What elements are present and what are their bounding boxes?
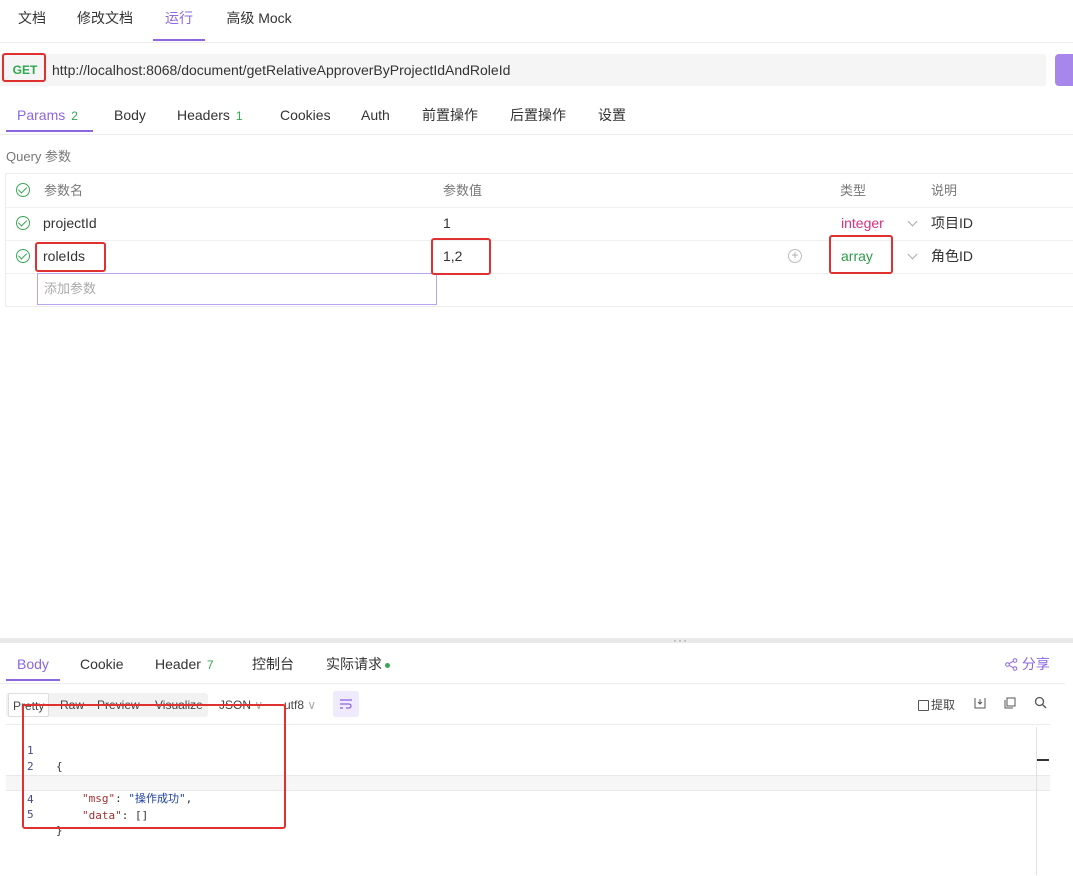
- url-input[interactable]: http://localhost:8068/document/getRelati…: [52, 54, 510, 86]
- tab-actual-request[interactable]: 实际请求: [326, 646, 390, 682]
- param-type-select[interactable]: integer: [841, 207, 884, 240]
- extract-label: 提取: [931, 698, 956, 712]
- extract-button[interactable]: 提取: [918, 696, 955, 714]
- tab-actual-request-label: 实际请求: [326, 656, 382, 672]
- header-param-type: 类型: [840, 183, 867, 198]
- copy-button[interactable]: [1004, 696, 1016, 714]
- response-body-viewer[interactable]: 1 { 2 "code": 200, 3 "msg": "操作成功", 4 "d…: [6, 724, 1050, 876]
- tab-params[interactable]: Params 2: [6, 96, 93, 132]
- search-icon: [1034, 696, 1047, 709]
- code-line-current: 4 "data": []: [6, 775, 1050, 822]
- tab-edit-document[interactable]: 修改文档: [70, 0, 140, 41]
- chevron-down-icon: ∨: [307, 698, 317, 712]
- tab-console[interactable]: 控制台: [252, 646, 294, 682]
- format-raw[interactable]: Raw: [60, 693, 84, 717]
- add-param-input[interactable]: 添加参数: [37, 273, 437, 305]
- headers-count-badge: 1: [235, 109, 243, 123]
- header-param-value: 参数值: [443, 183, 483, 198]
- format-preview[interactable]: Preview: [97, 693, 140, 717]
- request-tab-bar: Params 2 Body Headers 1 Cookies Auth 前置操作 …: [0, 96, 1073, 135]
- tab-settings[interactable]: 设置: [598, 96, 626, 133]
- format-pretty[interactable]: Pretty: [8, 693, 50, 717]
- tab-response-header[interactable]: Header 7: [155, 646, 214, 682]
- tab-pre-operations[interactable]: 前置操作: [422, 96, 478, 133]
- chevron-down-icon[interactable]: [907, 216, 918, 227]
- top-tab-bar: 文档 修改文档 运行 高级 Mock: [0, 0, 1073, 43]
- tab-response-header-label: Header: [155, 656, 201, 672]
- search-button[interactable]: [1034, 696, 1047, 714]
- method-selector[interactable]: GET: [6, 57, 44, 83]
- extract-icon: [918, 700, 929, 712]
- param-desc-cell[interactable]: 角色ID: [931, 240, 973, 273]
- json-sep: :: [121, 809, 135, 822]
- send-button[interactable]: [1055, 54, 1073, 86]
- tab-response-cookie[interactable]: Cookie: [80, 646, 124, 682]
- tab-body[interactable]: Body: [114, 96, 146, 133]
- header-param-name: 参数名: [44, 183, 84, 198]
- tab-headers[interactable]: Headers 1: [177, 96, 243, 133]
- splitter-handle-icon[interactable]: ···: [673, 633, 688, 647]
- encoding-select[interactable]: utf8 ∨: [284, 693, 316, 717]
- panel-splitter[interactable]: [0, 638, 1073, 643]
- param-value-cell[interactable]: 1,2: [443, 240, 462, 273]
- tab-cookies[interactable]: Cookies: [280, 96, 331, 133]
- param-value-cell[interactable]: 1: [443, 207, 451, 240]
- tab-headers-label: Headers: [177, 107, 230, 123]
- line-number: 5: [27, 808, 34, 821]
- row-checkbox[interactable]: [16, 216, 30, 230]
- tab-params-label: Params: [17, 107, 66, 123]
- share-icon: [1005, 658, 1018, 671]
- tab-advanced-mock[interactable]: 高级 Mock: [218, 0, 300, 41]
- tab-response-body[interactable]: Body: [6, 646, 60, 681]
- json-value: []: [135, 809, 149, 822]
- wrap-icon: [340, 699, 352, 709]
- json-key: "data": [82, 809, 122, 822]
- language-select-label: JSON: [219, 698, 252, 712]
- encoding-select-label: utf8: [284, 698, 305, 712]
- code-text: }: [56, 824, 63, 837]
- param-type-select[interactable]: array: [841, 240, 873, 273]
- word-wrap-button[interactable]: [333, 691, 359, 717]
- tab-document[interactable]: 文档: [6, 0, 58, 41]
- status-dot-icon: [385, 662, 390, 668]
- code-line: 1 {: [6, 727, 1050, 773]
- copy-icon: [1004, 697, 1016, 709]
- chevron-down-icon[interactable]: [907, 249, 918, 260]
- tab-auth[interactable]: Auth: [361, 96, 390, 133]
- share-label: 分享: [1021, 656, 1050, 672]
- response-tab-bar: Body Cookie Header 7 控制台 实际请求: [0, 646, 1065, 684]
- download-icon: [974, 698, 986, 709]
- param-name-cell[interactable]: roleIds: [43, 240, 85, 273]
- tab-run[interactable]: 运行: [153, 0, 205, 41]
- tab-post-operations[interactable]: 后置操作: [510, 96, 566, 133]
- add-circle-icon[interactable]: +: [788, 249, 802, 263]
- download-button[interactable]: [974, 696, 986, 714]
- chevron-down-icon: ∨: [254, 698, 264, 712]
- header-param-desc: 说明: [931, 183, 958, 198]
- select-all-checkbox[interactable]: [16, 183, 30, 197]
- table-row: projectId 1 integer 项目ID: [6, 207, 1073, 241]
- vertical-scrollbar[interactable]: [1036, 727, 1051, 875]
- response-header-count-badge: 7: [206, 658, 214, 672]
- format-visualize[interactable]: Visualize: [155, 693, 203, 717]
- code-line: 5 }: [6, 791, 1050, 837]
- code-line: 2 "code": 200,: [6, 743, 1050, 789]
- param-desc-cell[interactable]: 项目ID: [931, 207, 973, 240]
- scroll-position-marker: [1037, 759, 1049, 761]
- param-name-cell[interactable]: projectId: [43, 207, 97, 240]
- row-checkbox[interactable]: [16, 249, 30, 263]
- query-section-label: Query 参数: [6, 149, 72, 164]
- params-header-row: 参数名 参数值 类型 说明: [6, 174, 1073, 208]
- table-row: roleIds 1,2 + array 角色ID: [6, 240, 1073, 274]
- share-button[interactable]: 分享: [1005, 646, 1050, 682]
- code-line: 3 "msg": "操作成功",: [6, 759, 1050, 805]
- params-table: 参数名 参数值 类型 说明 projectId 1 integer 项目ID r…: [5, 173, 1073, 307]
- params-count-badge: 2: [71, 109, 78, 123]
- language-select[interactable]: JSON ∨: [219, 693, 263, 717]
